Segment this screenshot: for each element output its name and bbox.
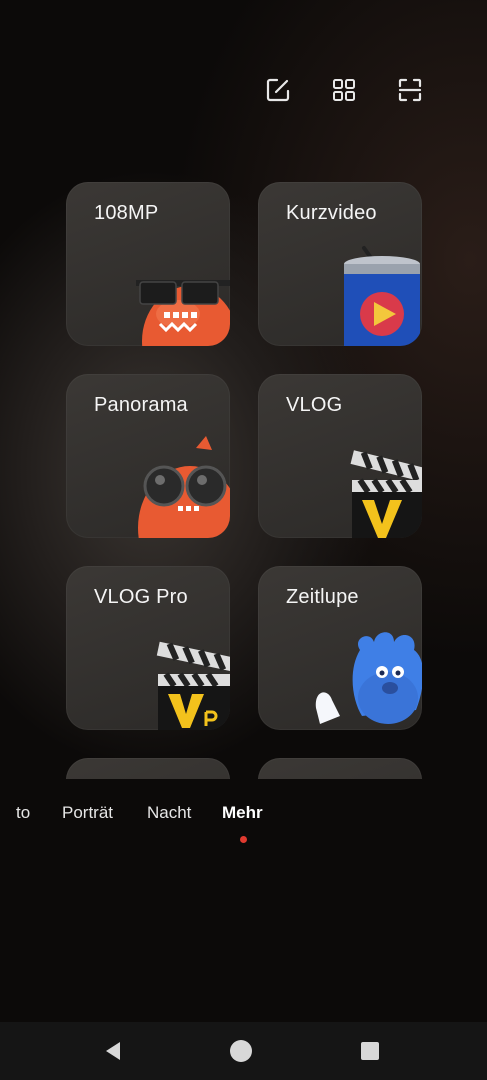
mode-card-label: 108MP <box>94 202 159 224</box>
mode-card-108mp[interactable]: 108MP <box>66 182 230 346</box>
mode-card-label: VLOG <box>286 394 343 416</box>
back-button[interactable] <box>98 1036 128 1066</box>
back-icon <box>106 1042 120 1060</box>
mode-card-label: Panorama <box>94 394 188 416</box>
home-button[interactable] <box>226 1036 256 1066</box>
scan-icon <box>398 78 422 102</box>
blue-mascot-icon <box>312 620 422 730</box>
mode-card-label: Kurzvideo <box>286 202 377 224</box>
more-modes-grid: 108MP Kurzvideo Panorama VLOG VLOG Pro Z… <box>66 182 422 779</box>
mascot-sunglasses-icon <box>120 236 230 346</box>
mode-card-panorama[interactable]: Panorama <box>66 374 230 538</box>
active-mode-indicator <box>240 836 247 843</box>
recents-icon <box>361 1042 379 1060</box>
mode-tab-nacht[interactable]: Nacht <box>147 803 191 823</box>
mode-card-label: VLOG Pro <box>94 586 188 608</box>
system-nav-bar <box>0 1022 487 1080</box>
edit-icon <box>266 78 290 102</box>
grid-icon <box>333 79 355 101</box>
edit-button[interactable] <box>260 72 296 108</box>
camera-toolbar <box>0 72 487 108</box>
mode-card-vlog-pro[interactable]: VLOG Pro <box>66 566 230 730</box>
mode-tab-mehr[interactable]: Mehr <box>222 803 263 823</box>
recents-button[interactable] <box>355 1036 385 1066</box>
grid-button[interactable] <box>326 72 362 108</box>
mode-card-zeitlupe[interactable]: Zeitlupe <box>258 566 422 730</box>
mode-tab-partial[interactable]: to <box>16 803 30 823</box>
clapperboard-v-icon <box>312 428 422 538</box>
soda-can-play-icon <box>312 236 422 346</box>
mode-card-label: Zeitlupe <box>286 586 359 608</box>
mode-card-partial[interactable] <box>66 758 230 779</box>
mode-card-vlog[interactable]: VLOG <box>258 374 422 538</box>
mode-card-kurzvideo[interactable]: Kurzvideo <box>258 182 422 346</box>
mode-card-partial[interactable] <box>258 758 422 779</box>
clapperboard-vpro-icon <box>120 620 230 730</box>
mode-tab-portraet[interactable]: Porträt <box>62 803 113 823</box>
camera-mode-bar: to Porträt Nacht Mehr <box>0 803 487 829</box>
mascot-binoculars-icon <box>120 428 230 538</box>
home-icon <box>230 1040 252 1062</box>
scan-button[interactable] <box>392 72 428 108</box>
